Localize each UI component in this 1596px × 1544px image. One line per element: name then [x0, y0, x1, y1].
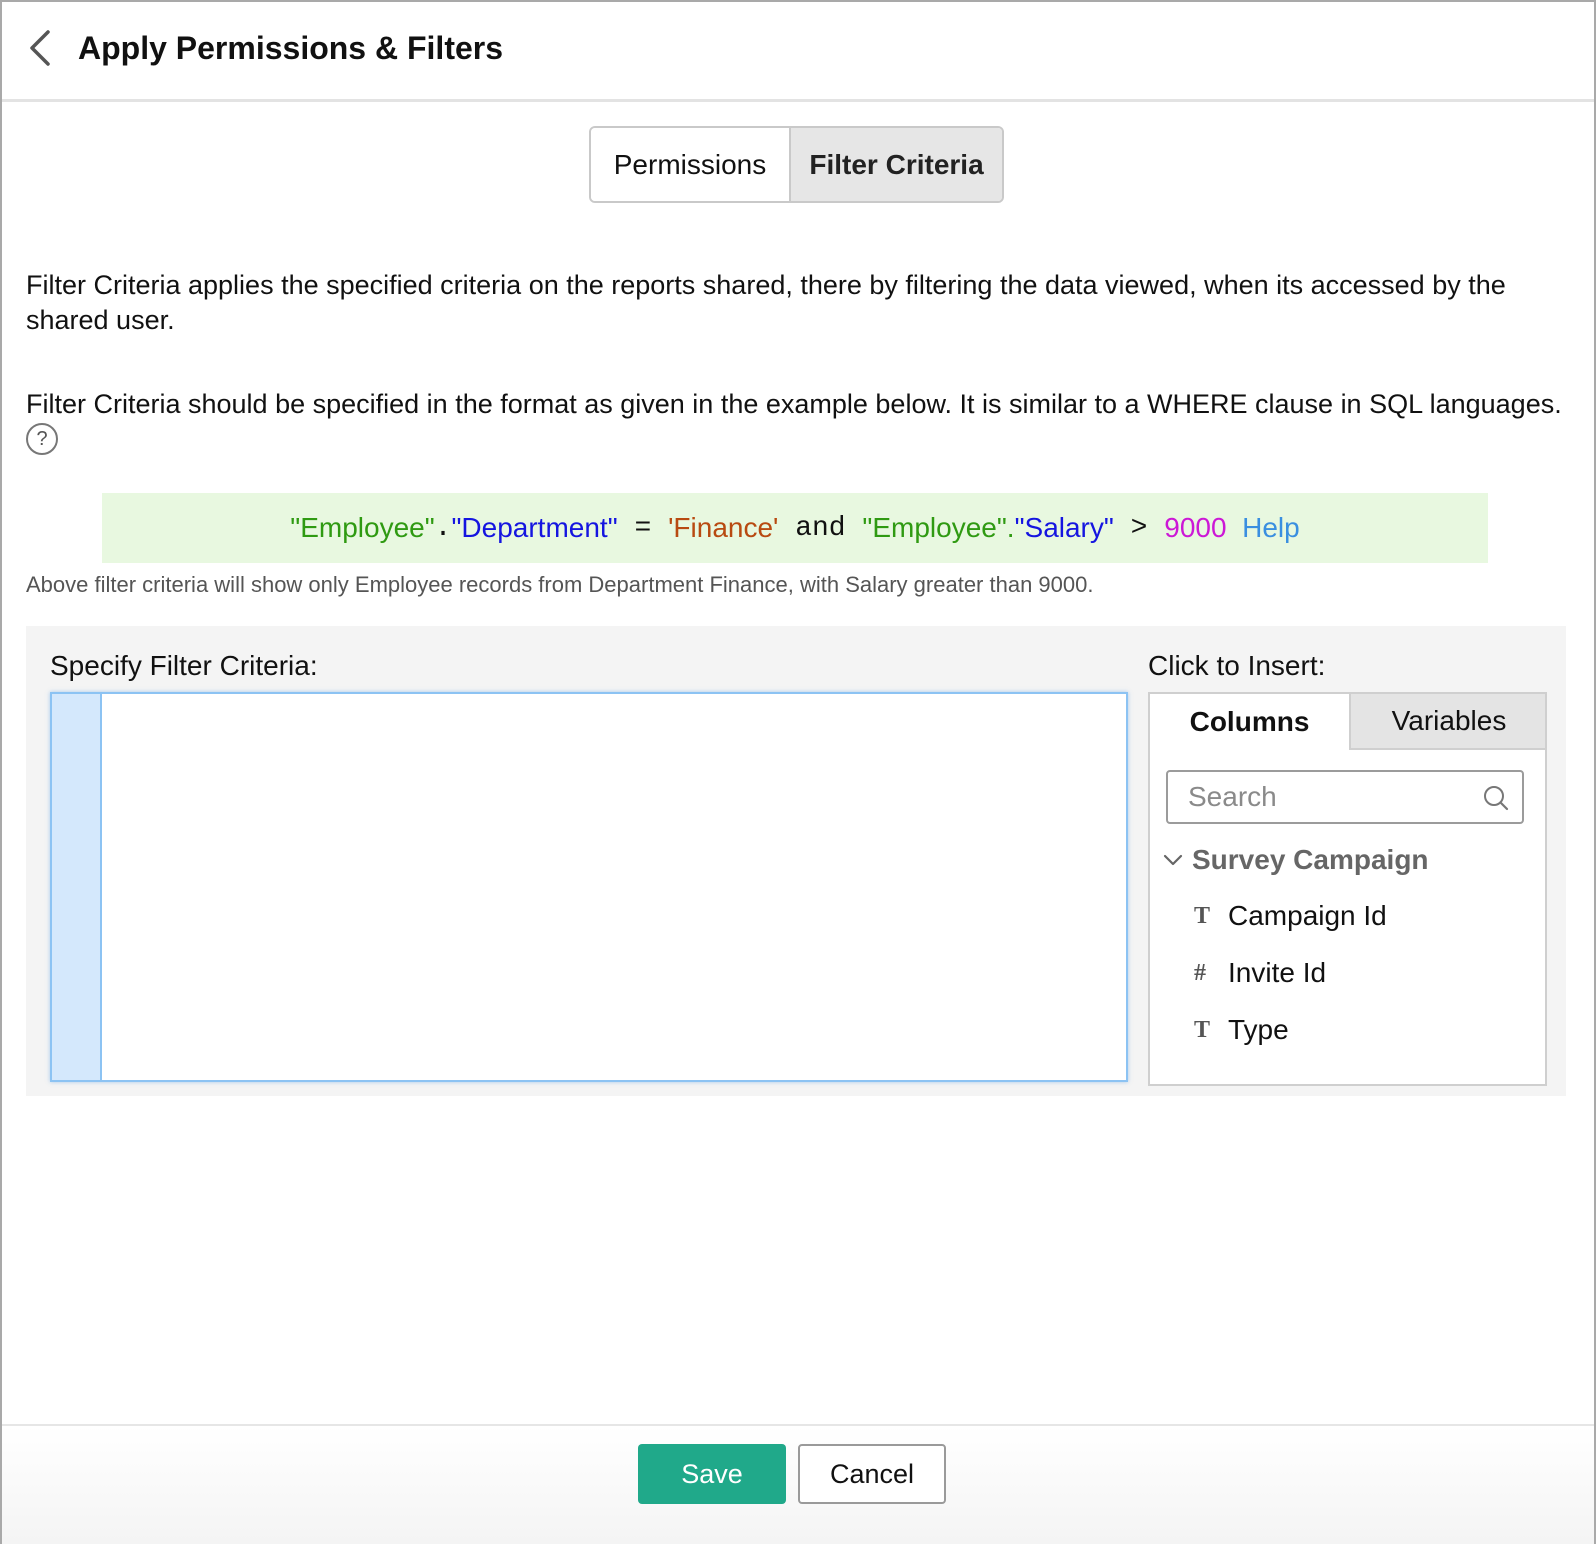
- tab-permissions[interactable]: Permissions: [591, 128, 791, 201]
- insert-panel: Columns Variables Survey Campaign T Camp…: [1148, 692, 1547, 1086]
- example-greater-operator: >: [1113, 512, 1165, 544]
- criteria-input[interactable]: [104, 694, 1126, 1080]
- column-label: Campaign Id: [1228, 900, 1387, 931]
- example-value-number: 9000: [1164, 512, 1227, 543]
- dialog-frame: Apply Permissions & Filters Permissions …: [0, 0, 1596, 1544]
- group-survey-campaign[interactable]: Survey Campaign: [1162, 844, 1429, 876]
- header: Apply Permissions & Filters: [2, 2, 1594, 102]
- tab-variables[interactable]: Variables: [1349, 694, 1545, 750]
- chevron-down-icon: [1163, 854, 1183, 866]
- example-and-operator: and: [778, 512, 863, 544]
- question-mark-icon[interactable]: ?: [26, 423, 58, 455]
- search-icon[interactable]: [1482, 784, 1510, 812]
- example-criteria: "Employee". "Department" = 'Finance' and …: [102, 493, 1488, 563]
- example-column-name-2: "Salary": [1014, 512, 1114, 543]
- column-label: Invite Id: [1228, 957, 1327, 988]
- tab-columns[interactable]: Columns: [1150, 694, 1349, 750]
- column-item[interactable]: T Type: [1194, 1014, 1289, 1046]
- column-item[interactable]: # Invite Id: [1194, 957, 1326, 989]
- column-item[interactable]: T Campaign Id: [1194, 900, 1387, 932]
- column-label: Type: [1228, 1014, 1289, 1045]
- save-button[interactable]: Save: [638, 1444, 786, 1504]
- description-text: Filter Criteria applies the specified cr…: [26, 270, 1506, 335]
- example-table-name-2: "Employee".: [862, 512, 1015, 543]
- criteria-panel: Specify Filter Criteria: Click to Insert…: [26, 626, 1566, 1096]
- number-type-icon: #: [1194, 959, 1206, 986]
- footer: Save Cancel: [2, 1424, 1594, 1544]
- cancel-button[interactable]: Cancel: [798, 1444, 946, 1504]
- example-dot: .: [434, 512, 452, 544]
- criteria-editor: [50, 692, 1128, 1082]
- example-value-string: 'Finance': [668, 512, 779, 543]
- example-help-link[interactable]: Help: [1242, 512, 1300, 544]
- text-type-icon: T: [1194, 902, 1211, 929]
- example-table-name: "Employee": [290, 512, 435, 543]
- page-title: Apply Permissions & Filters: [78, 30, 504, 66]
- search-box: [1166, 770, 1524, 824]
- insert-label: Click to Insert:: [1148, 650, 1326, 681]
- tab-filter-criteria[interactable]: Filter Criteria: [791, 128, 1002, 201]
- back-chevron-icon[interactable]: [26, 28, 54, 68]
- editor-gutter: [52, 694, 102, 1080]
- search-input[interactable]: [1168, 772, 1468, 822]
- example-column-name: "Department": [451, 512, 618, 543]
- example-note: Above filter criteria will show only Emp…: [26, 572, 1094, 597]
- text-type-icon: T: [1194, 1016, 1211, 1043]
- group-label: Survey Campaign: [1192, 844, 1429, 875]
- tab-switcher: Permissions Filter Criteria: [589, 126, 1004, 203]
- example-equals-operator: =: [617, 512, 669, 544]
- criteria-label: Specify Filter Criteria:: [50, 650, 318, 681]
- format-description-text: Filter Criteria should be specified in t…: [26, 389, 1562, 419]
